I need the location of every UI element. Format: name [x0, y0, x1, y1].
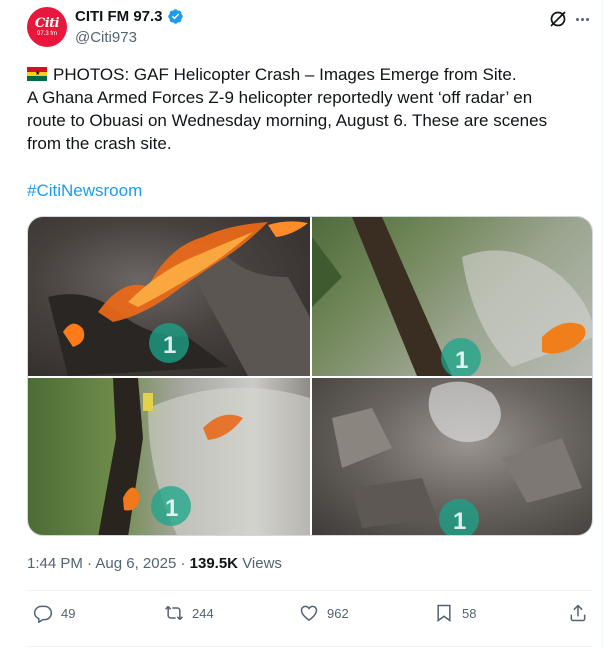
- share-icon: [570, 604, 586, 622]
- photo-1[interactable]: 1: [28, 217, 310, 376]
- photo-4[interactable]: 1: [312, 378, 592, 535]
- divider: [27, 590, 593, 591]
- author-display-name[interactable]: CITI FM 97.3: [75, 8, 163, 25]
- tweet-text: ★ PHOTOS: GAF Helicopter Crash – Images E…: [27, 63, 572, 155]
- bookmark-count: 58: [462, 605, 477, 621]
- reply-count: 49: [61, 605, 76, 621]
- grok-icon[interactable]: [548, 9, 568, 29]
- svg-text:1: 1: [163, 332, 176, 359]
- photo-3[interactable]: 1: [28, 378, 310, 535]
- tweet-time[interactable]: 1:44 PM: [27, 555, 83, 572]
- views-count: 139.5K: [189, 555, 239, 572]
- views-label: Views: [242, 555, 282, 572]
- bookmark-button[interactable]: 58: [434, 603, 476, 623]
- tweet-headline-line: ★ PHOTOS: GAF Helicopter Crash – Images E…: [27, 63, 572, 86]
- verified-badge-icon: [167, 9, 183, 24]
- author-handle[interactable]: @Citi973: [75, 29, 137, 46]
- hashtag-link[interactable]: #CitiNewsroom: [27, 181, 142, 201]
- repost-count: 244: [192, 605, 214, 621]
- retweet-icon: [165, 605, 183, 621]
- tweet-body: A Ghana Armed Forces Z-9 helicopter repo…: [27, 88, 548, 153]
- reply-button[interactable]: 49: [33, 603, 75, 623]
- like-button[interactable]: 962: [299, 603, 349, 623]
- svg-text:1: 1: [453, 508, 466, 535]
- svg-text:1: 1: [455, 347, 468, 374]
- reply-icon: [33, 605, 53, 623]
- meta-separator: ·: [180, 555, 190, 572]
- ghana-flag-icon: ★: [27, 67, 47, 81]
- tweet-date[interactable]: Aug 6, 2025: [95, 555, 176, 572]
- media-grid: 1 1 1 1: [27, 216, 593, 536]
- avatar-logo-text: Citi: [34, 16, 60, 31]
- photo-2[interactable]: 1: [312, 217, 592, 376]
- tweet-card: Citi 97.3 fm CITI FM 97.3 @Citi973 ★ PHOT…: [0, 0, 603, 649]
- tweet-meta: 1:44 PM · Aug 6, 2025 · 139.5K Views: [27, 555, 282, 572]
- svg-text:1: 1: [165, 495, 178, 522]
- author-name-row: CITI FM 97.3: [75, 8, 184, 25]
- more-icon[interactable]: [576, 18, 589, 21]
- share-button[interactable]: [568, 603, 588, 623]
- like-icon: [300, 605, 318, 621]
- bottom-divider: [27, 646, 593, 647]
- avatar-logo-subtext: 97.3 fm: [36, 31, 57, 37]
- bookmark-icon: [437, 604, 451, 622]
- like-count: 962: [327, 605, 349, 621]
- tweet-headline: PHOTOS: GAF Helicopter Crash – Images Em…: [53, 65, 517, 84]
- avatar[interactable]: Citi 97.3 fm: [27, 7, 67, 47]
- repost-button[interactable]: 244: [164, 603, 214, 623]
